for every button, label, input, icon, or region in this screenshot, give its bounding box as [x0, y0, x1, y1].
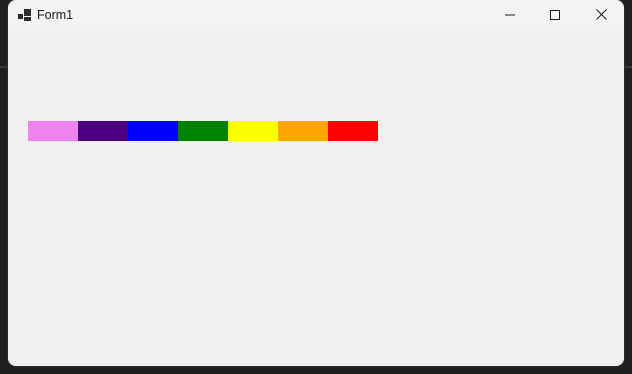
minimize-icon	[505, 7, 515, 25]
close-icon	[595, 7, 607, 25]
color-swatch-row	[28, 121, 378, 141]
color-swatch-red	[328, 121, 378, 141]
maximize-icon	[550, 7, 560, 25]
color-swatch-blue	[128, 121, 178, 141]
minimize-button[interactable]	[487, 0, 533, 31]
close-button[interactable]	[578, 0, 624, 31]
color-swatch-violet	[28, 121, 78, 141]
form-client-area	[8, 31, 624, 366]
window-title: Form1	[37, 8, 74, 22]
color-swatch-orange	[278, 121, 328, 141]
color-swatch-green	[178, 121, 228, 141]
app-window-icon	[18, 9, 31, 22]
form-window: Form1	[8, 0, 624, 366]
title-bar[interactable]: Form1	[8, 0, 624, 31]
color-swatch-yellow	[228, 121, 278, 141]
color-swatch-indigo	[78, 121, 128, 141]
maximize-button[interactable]	[532, 0, 578, 31]
